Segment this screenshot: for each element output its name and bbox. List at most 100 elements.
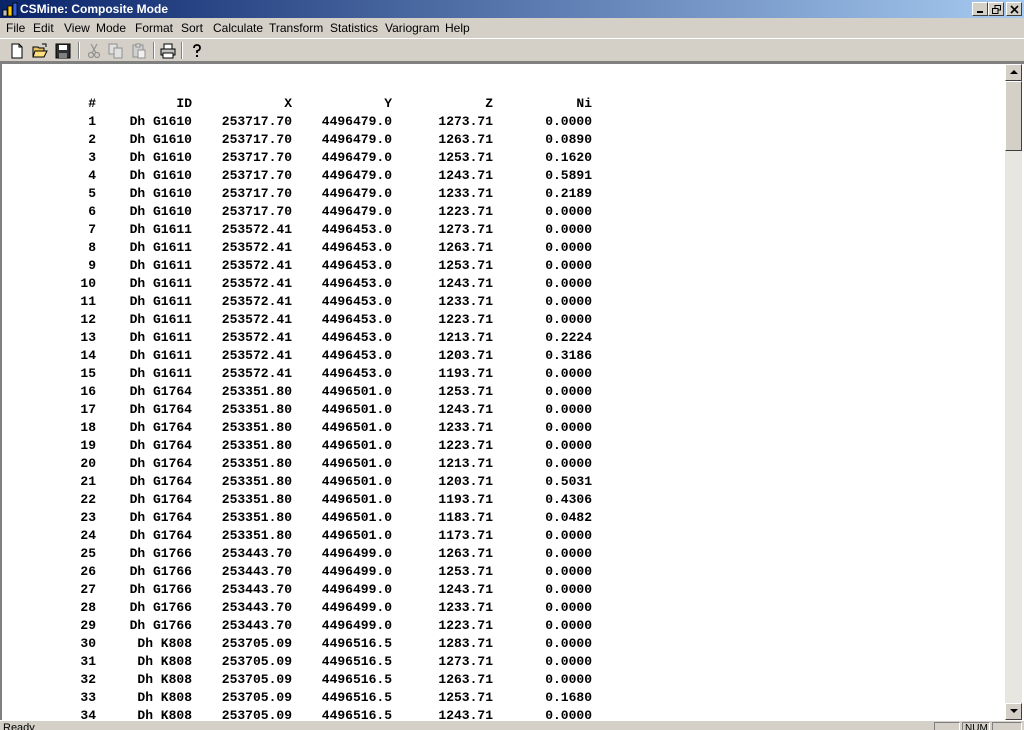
scroll-down-button[interactable] bbox=[1005, 703, 1022, 720]
new-file-button[interactable] bbox=[6, 41, 28, 61]
row-y: 4496516.5 bbox=[321, 708, 392, 720]
row-z: 1253.71 bbox=[438, 150, 493, 165]
row-ni: 0.0000 bbox=[545, 582, 592, 597]
restore-icon bbox=[992, 5, 1001, 14]
row-number: 15 bbox=[80, 366, 96, 381]
row-id: Dh G1610 bbox=[129, 114, 192, 129]
menu-statistics[interactable]: Statistics bbox=[330, 21, 378, 35]
menu-help[interactable]: Help bbox=[445, 21, 470, 35]
row-x: 253572.41 bbox=[221, 240, 292, 255]
row-number: 9 bbox=[88, 258, 96, 273]
header-number: # bbox=[88, 96, 96, 111]
row-ni: 0.0000 bbox=[545, 528, 592, 543]
row-ni: 0.1680 bbox=[545, 690, 592, 705]
row-number: 28 bbox=[80, 600, 96, 615]
row-x: 253351.80 bbox=[221, 438, 292, 453]
row-number: 27 bbox=[80, 582, 96, 597]
menu-variogram[interactable]: Variogram bbox=[385, 21, 439, 35]
row-x: 253443.70 bbox=[221, 582, 292, 597]
row-x: 253705.09 bbox=[221, 636, 292, 651]
row-z: 1253.71 bbox=[438, 384, 493, 399]
menu-transform[interactable]: Transform bbox=[269, 21, 323, 35]
row-id: Dh G1610 bbox=[129, 204, 192, 219]
cut-button[interactable] bbox=[83, 41, 105, 61]
row-id: Dh G1766 bbox=[129, 618, 192, 633]
row-y: 4496453.0 bbox=[321, 294, 392, 309]
close-button[interactable] bbox=[1006, 2, 1022, 16]
title-bar[interactable]: CSMine: Composite Mode bbox=[0, 0, 1024, 18]
row-y: 4496453.0 bbox=[321, 276, 392, 291]
table-row: 4 Dh G1610 253717.70 4496479.0 1243.71 0.5891 bbox=[2, 167, 622, 185]
data-view[interactable]: # ID X Y Z Ni 1 Dh G1610 253717.70 4496479.… bbox=[0, 62, 1024, 720]
row-z: 1273.71 bbox=[438, 222, 493, 237]
row-z: 1203.71 bbox=[438, 348, 493, 363]
row-x: 253572.41 bbox=[221, 294, 292, 309]
table-row: 18 Dh G1764 253351.80 4496501.0 1233.71 0.000… bbox=[2, 419, 622, 437]
table-row: 9 Dh G1611 253572.41 4496453.0 1253.71 0.0000 bbox=[2, 257, 622, 275]
row-z: 1223.71 bbox=[438, 312, 493, 327]
open-folder-button[interactable] bbox=[29, 41, 51, 61]
row-ni: 0.3186 bbox=[545, 348, 592, 363]
table-row: 5 Dh G1610 253717.70 4496479.0 1233.71 0.2189 bbox=[2, 185, 622, 203]
table-row: 28 Dh G1766 253443.70 4496499.0 1233.71 0.000… bbox=[2, 599, 622, 617]
menu-format[interactable]: Format bbox=[135, 21, 173, 35]
menu-calculate[interactable]: Calculate bbox=[213, 21, 263, 35]
row-z: 1203.71 bbox=[438, 474, 493, 489]
composite-data-table: # ID X Y Z Ni 1 Dh G1610 253717.70 4496479.… bbox=[2, 95, 622, 720]
table-row: 6 Dh G1610 253717.70 4496479.0 1223.71 0.0000 bbox=[2, 203, 622, 221]
header-id: ID bbox=[176, 96, 192, 111]
row-number: 1 bbox=[88, 114, 96, 129]
row-number: 22 bbox=[80, 492, 96, 507]
row-z: 1233.71 bbox=[438, 294, 493, 309]
table-row: 32 Dh K808 253705.09 4496516.5 1263.71 0.0000 bbox=[2, 671, 622, 689]
row-number: 26 bbox=[80, 564, 96, 579]
restore-button[interactable] bbox=[988, 2, 1004, 16]
row-id: Dh G1766 bbox=[129, 546, 192, 561]
row-id: Dh K808 bbox=[137, 636, 192, 651]
row-y: 4496501.0 bbox=[321, 510, 392, 525]
row-x: 253351.80 bbox=[221, 510, 292, 525]
close-icon bbox=[1010, 5, 1019, 14]
table-row: 2 Dh G1610 253717.70 4496479.0 1263.71 0.0890 bbox=[2, 131, 622, 149]
table-row: 12 Dh G1611 253572.41 4496453.0 1223.71 0.000… bbox=[2, 311, 622, 329]
print-button[interactable] bbox=[157, 41, 179, 61]
menu-view[interactable]: View bbox=[64, 21, 90, 35]
row-id: Dh G1610 bbox=[129, 132, 192, 147]
table-row: 31 Dh K808 253705.09 4496516.5 1273.71 0.0000 bbox=[2, 653, 622, 671]
row-z: 1243.71 bbox=[438, 402, 493, 417]
table-row: 22 Dh G1764 253351.80 4496501.0 1193.71 0.430… bbox=[2, 491, 622, 509]
row-x: 253572.41 bbox=[221, 330, 292, 345]
row-y: 4496516.5 bbox=[321, 690, 392, 705]
row-number: 14 bbox=[80, 348, 96, 363]
row-number: 2 bbox=[88, 132, 96, 147]
row-number: 13 bbox=[80, 330, 96, 345]
row-number: 32 bbox=[80, 672, 96, 687]
row-z: 1233.71 bbox=[438, 420, 493, 435]
row-z: 1283.71 bbox=[438, 636, 493, 651]
menu-sort[interactable]: Sort bbox=[181, 21, 203, 35]
row-y: 4496453.0 bbox=[321, 258, 392, 273]
row-id: Dh G1764 bbox=[129, 510, 192, 525]
row-number: 20 bbox=[80, 456, 96, 471]
menu-edit[interactable]: Edit bbox=[33, 21, 54, 35]
row-z: 1213.71 bbox=[438, 330, 493, 345]
row-x: 253351.80 bbox=[221, 474, 292, 489]
row-y: 4496499.0 bbox=[321, 600, 392, 615]
help-button[interactable] bbox=[186, 41, 208, 61]
row-number: 12 bbox=[80, 312, 96, 327]
row-number: 5 bbox=[88, 186, 96, 201]
table-row: 29 Dh G1766 253443.70 4496499.0 1223.71 0.000… bbox=[2, 617, 622, 635]
table-row: 14 Dh G1611 253572.41 4496453.0 1203.71 0.318… bbox=[2, 347, 622, 365]
menu-file[interactable]: File bbox=[6, 21, 25, 35]
copy-button[interactable] bbox=[105, 41, 127, 61]
scroll-thumb[interactable] bbox=[1005, 81, 1022, 151]
row-ni: 0.0000 bbox=[545, 708, 592, 720]
vertical-scrollbar[interactable] bbox=[1005, 64, 1022, 720]
minimize-button[interactable] bbox=[972, 2, 988, 16]
menu-mode[interactable]: Mode bbox=[96, 21, 126, 35]
save-button[interactable] bbox=[52, 41, 74, 61]
row-ni: 0.0000 bbox=[545, 456, 592, 471]
row-ni: 0.4306 bbox=[545, 492, 592, 507]
paste-button[interactable] bbox=[128, 41, 150, 61]
scroll-up-button[interactable] bbox=[1005, 64, 1022, 81]
